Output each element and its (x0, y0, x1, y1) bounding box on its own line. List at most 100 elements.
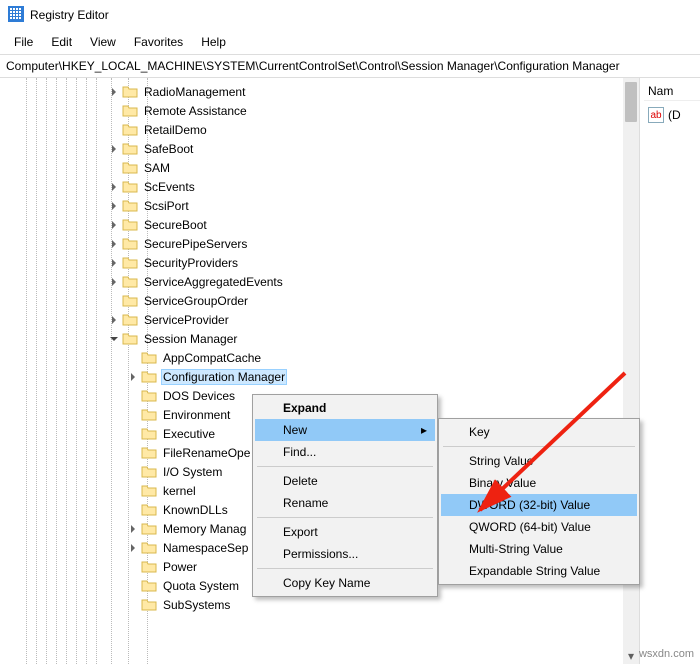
ctx-new[interactable]: New▸ (255, 419, 435, 441)
tree-item-label: FileRenameOpe (161, 445, 252, 461)
new-binary-value[interactable]: Binary Value (441, 472, 637, 494)
chevron-right-icon[interactable] (106, 236, 122, 252)
ctx-copy-key-name[interactable]: Copy Key Name (255, 572, 435, 594)
new-qword-64-bit-value[interactable]: QWORD (64-bit) Value (441, 516, 637, 538)
tree-item[interactable]: ServiceGroupOrder (0, 291, 639, 310)
tree-item[interactable]: SubSystems (0, 595, 639, 614)
folder-icon (141, 578, 157, 594)
tree-item-label: ScEvents (142, 179, 197, 195)
menu-edit[interactable]: Edit (43, 32, 80, 52)
ctx-permissions[interactable]: Permissions... (255, 543, 435, 565)
chevron-right-icon[interactable] (106, 179, 122, 195)
context-menu[interactable]: ExpandNew▸Find... DeleteRename ExportPermi… (252, 394, 438, 597)
context-submenu-new[interactable]: Key String ValueBinary ValueDWORD (32-bit… (438, 418, 640, 585)
folder-icon (122, 141, 138, 157)
ctx-rename[interactable]: Rename (255, 492, 435, 514)
folder-icon (141, 521, 157, 537)
tree-item[interactable]: Configuration Manager (0, 367, 639, 386)
tree-item[interactable]: ScsiPort (0, 196, 639, 215)
menu-separator (257, 466, 433, 467)
folder-icon (122, 103, 138, 119)
new-multi-string-value[interactable]: Multi-String Value (441, 538, 637, 560)
folder-icon (122, 179, 138, 195)
address-bar[interactable]: Computer\HKEY_LOCAL_MACHINE\SYSTEM\Curre… (0, 55, 700, 78)
ctx-find[interactable]: Find... (255, 441, 435, 463)
tree-item-label: ServiceAggregatedEvents (142, 274, 285, 290)
tree-item[interactable]: ServiceAggregatedEvents (0, 272, 639, 291)
folder-icon (141, 388, 157, 404)
tree-item-label: Remote Assistance (142, 103, 249, 119)
tree-item[interactable]: RadioManagement (0, 82, 639, 101)
tree-item-label: AppCompatCache (161, 350, 263, 366)
tree-item[interactable]: SAM (0, 158, 639, 177)
tree-item[interactable]: AppCompatCache (0, 348, 639, 367)
chevron-right-icon[interactable] (125, 369, 141, 385)
new-string-value[interactable]: String Value (441, 450, 637, 472)
chevron-right-icon[interactable] (106, 217, 122, 233)
ctx-delete[interactable]: Delete (255, 470, 435, 492)
tree-item-label: SafeBoot (142, 141, 195, 157)
folder-icon (122, 293, 138, 309)
tree-item[interactable]: RetailDemo (0, 120, 639, 139)
new-expandable-string-value[interactable]: Expandable String Value (441, 560, 637, 582)
tree-item-label: RetailDemo (142, 122, 209, 138)
chevron-right-icon[interactable] (106, 141, 122, 157)
twisty-empty (125, 559, 141, 575)
folder-icon (122, 255, 138, 271)
twisty-empty (125, 483, 141, 499)
menu-separator (257, 568, 433, 569)
chevron-right-icon[interactable] (106, 312, 122, 328)
twisty-empty (125, 350, 141, 366)
menu-favorites[interactable]: Favorites (126, 32, 191, 52)
tree-item-label: ServiceProvider (142, 312, 231, 328)
tree-item-label: ServiceGroupOrder (142, 293, 250, 309)
tree-item-label: RadioManagement (142, 84, 247, 100)
menu-view[interactable]: View (82, 32, 124, 52)
folder-icon (141, 597, 157, 613)
chevron-right-icon[interactable] (125, 521, 141, 537)
folder-icon (141, 540, 157, 556)
tree-item[interactable]: SecurePipeServers (0, 234, 639, 253)
chevron-right-icon[interactable] (125, 540, 141, 556)
folder-icon (141, 483, 157, 499)
twisty-empty (125, 388, 141, 404)
value-name: (D (668, 108, 681, 122)
tree-item[interactable]: ScEvents (0, 177, 639, 196)
value-row-default[interactable]: ab (D (644, 105, 700, 125)
folder-icon (122, 122, 138, 138)
chevron-right-icon: ▸ (421, 423, 427, 437)
twisty-empty (125, 597, 141, 613)
ctx-expand[interactable]: Expand (255, 397, 435, 419)
folder-icon (141, 464, 157, 480)
scrollbar-thumb[interactable] (625, 82, 637, 122)
tree-item[interactable]: SecurityProviders (0, 253, 639, 272)
column-header-name[interactable]: Nam (644, 82, 700, 101)
twisty-empty (125, 464, 141, 480)
tree-item-label: SubSystems (161, 597, 232, 613)
titlebar: Registry Editor (0, 0, 700, 30)
chevron-right-icon[interactable] (106, 274, 122, 290)
menu-file[interactable]: File (6, 32, 41, 52)
folder-icon (141, 445, 157, 461)
tree-item-label: Power (161, 559, 199, 575)
chevron-right-icon[interactable] (106, 198, 122, 214)
chevron-right-icon[interactable] (106, 84, 122, 100)
tree-item[interactable]: Remote Assistance (0, 101, 639, 120)
chevron-right-icon[interactable] (106, 255, 122, 271)
tree-item[interactable]: SecureBoot (0, 215, 639, 234)
scroll-down-arrow[interactable]: ▾ (623, 648, 639, 664)
new-dword-32-bit-value[interactable]: DWORD (32-bit) Value (441, 494, 637, 516)
tree-item[interactable]: Session Manager (0, 329, 639, 348)
values-pane: Nam ab (D (640, 78, 700, 664)
tree-item[interactable]: ServiceProvider (0, 310, 639, 329)
tree-item-label: SecurityProviders (142, 255, 240, 271)
folder-icon (141, 559, 157, 575)
tree-item-label: Environment (161, 407, 232, 423)
new-key[interactable]: Key (441, 421, 637, 443)
folder-icon (141, 502, 157, 518)
menu-help[interactable]: Help (193, 32, 234, 52)
chevron-down-icon[interactable] (106, 331, 122, 347)
ctx-export[interactable]: Export (255, 521, 435, 543)
folder-icon (122, 84, 138, 100)
tree-item[interactable]: SafeBoot (0, 139, 639, 158)
